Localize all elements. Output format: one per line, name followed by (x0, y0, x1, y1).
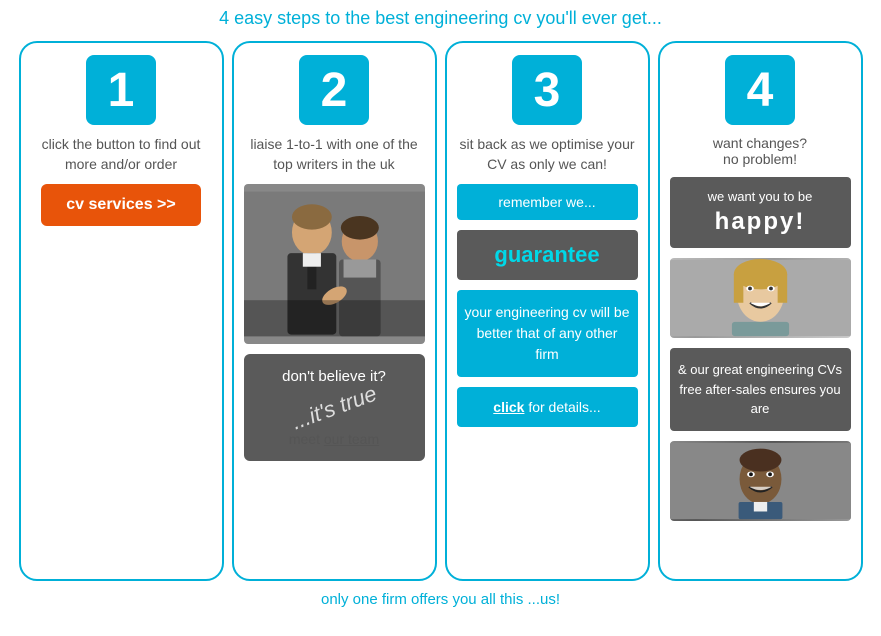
step-2-description: liaise 1-to-1 with one of the top writer… (244, 135, 425, 174)
footer-text: only one firm offers you all this ...us! (8, 591, 873, 608)
happy-box: we want you to be happy! (670, 177, 851, 248)
team-photo (244, 184, 425, 344)
engineering-cv-text: your engineering cv will be better that … (465, 304, 630, 362)
smile-photo-1 (670, 258, 851, 338)
dont-believe-text: don't believe it? (254, 368, 415, 385)
its-true-text: ...it's true (288, 381, 380, 436)
remember-box: remember we... (457, 184, 638, 220)
click-details-box[interactable]: click for details... (457, 387, 638, 427)
team-photo-svg (244, 184, 425, 344)
dont-believe-box: don't believe it? ...it's true meet our … (244, 354, 425, 461)
card-2: 2 liaise 1-to-1 with one of the top writ… (232, 41, 437, 581)
main-title: 4 easy steps to the best engineering cv … (8, 8, 873, 29)
click-link[interactable]: click (493, 399, 524, 415)
card-3: 3 sit back as we optimise your CV as onl… (445, 41, 650, 581)
remember-text: remember we... (498, 194, 595, 210)
cards-container: 1 click the button to find out more and/… (8, 41, 873, 581)
after-sales-text: & our great engineering CVs free after-s… (678, 362, 842, 416)
step-2-number: 2 (299, 55, 369, 125)
step-4-number: 4 (725, 55, 795, 125)
step-3-description: sit back as we optimise your CV as only … (457, 135, 638, 174)
smile-photo-2 (670, 441, 851, 521)
we-want-text: we want you to be (678, 189, 843, 204)
card-1: 1 click the button to find out more and/… (19, 41, 224, 581)
step-3-number: 3 (512, 55, 582, 125)
meet-team-text: meet our team (254, 431, 415, 447)
step-1-number: 1 (86, 55, 156, 125)
after-sales-box: & our great engineering CVs free after-s… (670, 348, 851, 431)
step-1-description: click the button to find out more and/or… (31, 135, 212, 174)
our-team-link[interactable]: our team (324, 431, 379, 447)
cv-services-button[interactable]: cv services >> (41, 184, 201, 226)
guarantee-box: guarantee (457, 230, 638, 280)
engineering-cv-box: your engineering cv will be better that … (457, 290, 638, 377)
happy-text: happy! (678, 208, 843, 236)
smile-photo-1-svg (670, 258, 851, 338)
card-4: 4 want changes? no problem! we want you … (658, 41, 863, 581)
for-details-text: for details... (528, 399, 600, 415)
smile-photo-2-svg (670, 441, 851, 521)
want-changes-text: want changes? no problem! (713, 135, 807, 167)
guarantee-text: guarantee (494, 242, 599, 267)
